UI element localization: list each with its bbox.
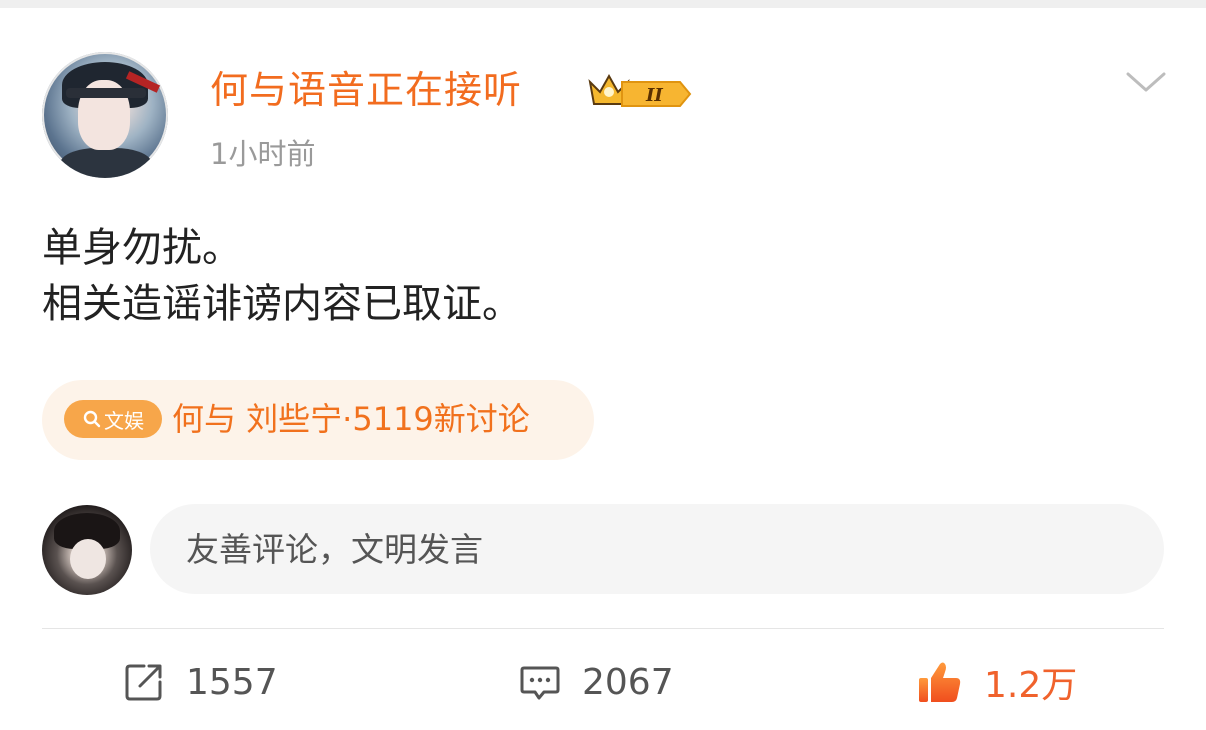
post-timestamp: 1小时前 (210, 137, 316, 171)
chevron-down-icon[interactable] (1124, 68, 1168, 96)
repost-count: 1557 (186, 661, 278, 703)
comment-icon (520, 666, 560, 700)
weibo-post-card: 何与语音正在接听 II 1小时前 单身勿扰。 相关造谣诽谤内容已取证。 文娱 何… (0, 8, 1206, 730)
repost-button[interactable]: 1557 (122, 654, 278, 710)
search-icon (83, 410, 101, 428)
post-content-line: 相关造谣诽谤内容已取证。 (42, 281, 522, 327)
comment-button[interactable]: 2067 (518, 654, 674, 710)
like-button[interactable]: 1.2万 (916, 654, 1077, 710)
topic-link[interactable]: 文娱 何与 刘些宁·5119新讨论 (42, 380, 594, 460)
comment-input[interactable] (150, 504, 1164, 594)
thumbs-up-icon (919, 662, 961, 702)
topic-tag-label: 文娱 (104, 408, 144, 433)
post-content: 单身勿扰。 相关造谣诽谤内容已取证。 (42, 220, 522, 332)
comment-count: 2067 (582, 661, 674, 703)
vip-crown-level-2-icon[interactable]: II (582, 70, 694, 114)
top-separator (0, 0, 1206, 8)
topic-text: 何与 刘些宁·5119新讨论 (172, 400, 530, 438)
current-user-avatar (42, 505, 132, 595)
divider (42, 628, 1164, 629)
author-avatar[interactable] (42, 52, 168, 178)
repost-icon (125, 664, 162, 701)
like-count: 1.2万 (984, 665, 1078, 706)
post-content-line: 单身勿扰。 (42, 225, 242, 271)
topic-tag: 文娱 (64, 400, 162, 438)
author-username[interactable]: 何与语音正在接听 (210, 66, 522, 114)
svg-text:II: II (645, 85, 663, 106)
